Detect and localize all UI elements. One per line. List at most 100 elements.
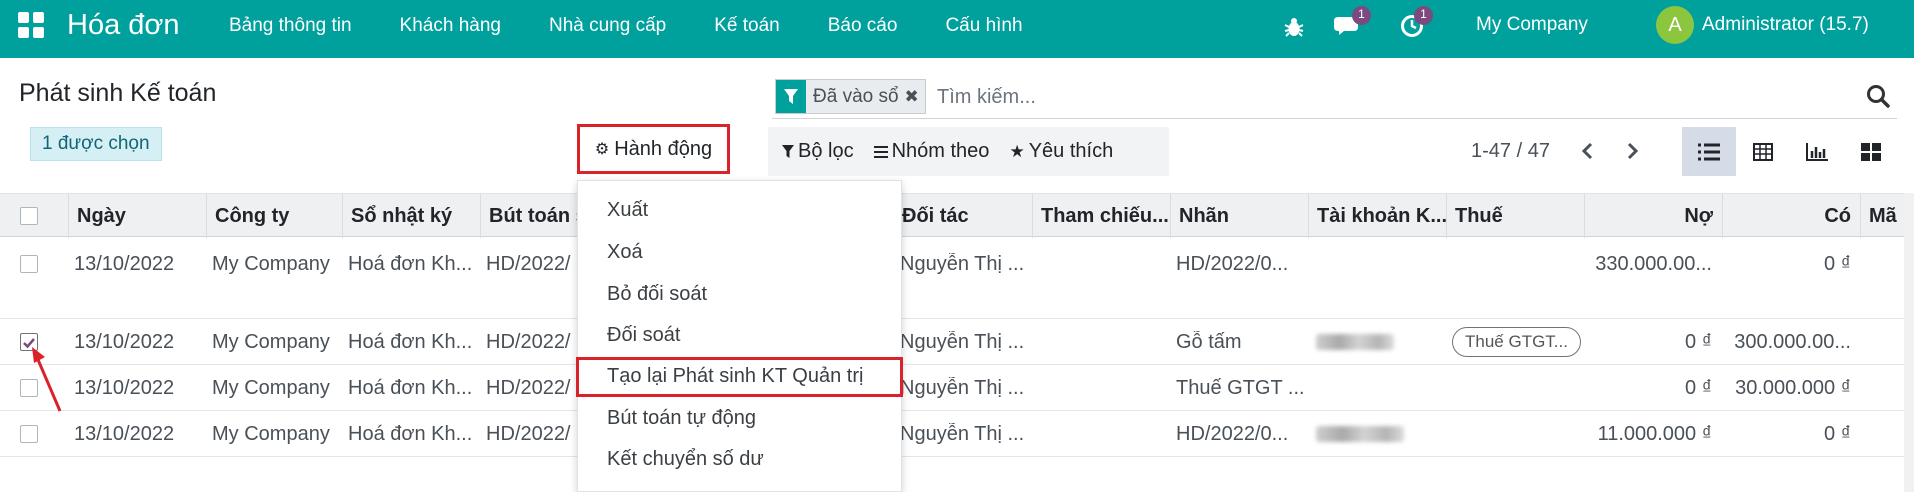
group-by-button[interactable]: Nhóm theo — [873, 140, 989, 163]
column-debit[interactable]: Nợ — [1584, 194, 1723, 238]
column-partner[interactable]: Đối tác — [893, 194, 1033, 238]
app-title[interactable]: Hóa đơn — [67, 8, 180, 42]
menu-item-export[interactable]: Xuất — [607, 199, 648, 222]
cell-credit: 30.000.000 ₫ — [1735, 377, 1851, 399]
action-button[interactable]: ⚙ Hành động — [577, 124, 730, 174]
cell-company: My Company — [212, 377, 330, 399]
cell-debit: 0 ₫ — [1685, 331, 1712, 353]
cell-company: My Company — [212, 253, 330, 275]
column-company[interactable]: Công ty — [206, 194, 343, 238]
pivot-view-button[interactable] — [1736, 127, 1790, 176]
chevron-left-icon[interactable] — [1577, 139, 1599, 163]
menu-item-delete[interactable]: Xoá — [607, 241, 643, 264]
cell-entry: HD/2022/ — [486, 377, 571, 399]
column-label[interactable]: Nhãn — [1170, 194, 1309, 238]
funnel-icon — [782, 144, 794, 158]
cell-company: My Company — [212, 331, 330, 353]
column-account[interactable]: Tài khoản K... — [1308, 194, 1447, 238]
column-credit[interactable]: Có — [1722, 194, 1861, 238]
search-facet: Đã vào sổ ✖ — [775, 79, 926, 114]
kanban-view-button[interactable] — [1844, 127, 1898, 176]
cell-debit: 330.000.00... — [1595, 253, 1712, 275]
bug-icon[interactable] — [1284, 16, 1304, 38]
column-date[interactable]: Ngày — [68, 194, 208, 238]
apps-grid-icon[interactable] — [18, 12, 44, 38]
bar-chart-icon — [1806, 142, 1828, 161]
cell-label: HD/2022/0... — [1176, 423, 1289, 445]
cell-journal: Hoá đơn Kh... — [348, 377, 473, 399]
facet-remove-icon[interactable]: ✖ — [905, 87, 925, 107]
menu-item-automatic-entry[interactable]: Bút toán tự động — [607, 407, 756, 430]
cell-label: Thuế GTGT ... — [1176, 377, 1305, 399]
table-row[interactable]: 13/10/2022 My Company Hoá đơn Kh... HD/2… — [0, 319, 1914, 365]
cell-journal: Hoá đơn Kh... — [348, 331, 473, 353]
table-row[interactable]: 13/10/2022 My Company Hoá đơn Kh... HD/2… — [0, 237, 1914, 319]
graph-view-button[interactable] — [1790, 127, 1844, 176]
cell-credit: 0 ₫ — [1824, 253, 1851, 275]
menu-item-configuration[interactable]: Cấu hình — [945, 15, 1022, 37]
cell-partner: Nguyễn Thị ... — [900, 377, 1025, 399]
tax-tag: Thuế GTGT... — [1452, 327, 1581, 357]
table-row[interactable]: 13/10/2022 My Company Hoá đơn Kh... HD/2… — [0, 365, 1914, 411]
cell-date: 13/10/2022 — [74, 423, 175, 445]
favorites-button[interactable]: ★ Yêu thích — [1009, 140, 1113, 163]
cell-journal: Hoá đơn Kh... — [348, 253, 473, 275]
favorites-button-label: Yêu thích — [1028, 140, 1114, 162]
avatar[interactable]: A — [1656, 6, 1694, 44]
filter-button-label: Bộ lọc — [798, 140, 854, 162]
cell-partner: Nguyễn Thị ... — [900, 423, 1025, 445]
search-input[interactable] — [937, 83, 1837, 111]
list-view-icon — [1698, 143, 1720, 160]
blurred-account — [1316, 426, 1404, 442]
action-dropdown-menu: Xuất Xoá Bỏ đối soát Đối soát Tạo lại Ph… — [576, 180, 903, 492]
column-reference[interactable]: Tham chiếu... — [1032, 194, 1170, 238]
search-options-bar: Bộ lọc Nhóm theo ★ Yêu thích — [768, 127, 1169, 176]
activities-badge: 1 — [1414, 6, 1433, 25]
search-bar: Đã vào sổ ✖ — [772, 79, 1897, 119]
kanban-view-icon — [1861, 142, 1881, 161]
annotation-arrow-icon — [32, 347, 62, 412]
table-row[interactable]: 13/10/2022 My Company Hoá đơn Kh... HD/2… — [0, 411, 1914, 457]
cell-date: 13/10/2022 — [74, 331, 175, 353]
cell-credit: 0 ₫ — [1824, 423, 1851, 445]
cell-debit: 11.000.000 ₫ — [1597, 423, 1712, 445]
menu-item-reconcile[interactable]: Đối soát — [607, 324, 680, 347]
menu-item-vendors[interactable]: Nhà cung cấp — [549, 15, 666, 37]
menu-item-dashboard[interactable]: Bảng thông tin — [229, 15, 352, 37]
cell-label: HD/2022/0... — [1176, 253, 1289, 275]
facet-label: Đã vào sổ — [813, 85, 899, 107]
vertical-scrollbar[interactable] — [1904, 193, 1914, 492]
cell-partner: Nguyễn Thị ... — [900, 331, 1025, 353]
filter-button[interactable]: Bộ lọc — [782, 140, 854, 163]
menu-item-reports[interactable]: Báo cáo — [828, 15, 898, 37]
list-view-button[interactable] — [1682, 127, 1736, 176]
cell-company: My Company — [212, 423, 330, 445]
star-icon: ★ — [1009, 141, 1025, 161]
cell-entry: HD/2022/ — [486, 423, 571, 445]
main-menu: Bảng thông tin Khách hàng Nhà cung cấp K… — [229, 15, 1071, 37]
cell-entry: HD/2022/ — [486, 331, 571, 353]
chevron-right-icon[interactable] — [1621, 139, 1643, 163]
menu-item-recreate-analytic-lines[interactable]: Tạo lại Phát sinh KT Quản trị — [607, 365, 863, 388]
menu-item-carry-forward-balance[interactable]: Kết chuyển số dư — [607, 448, 764, 471]
cell-entry: HD/2022/ — [486, 253, 571, 275]
column-code[interactable]: Mã — [1860, 194, 1904, 238]
cell-debit: 0 ₫ — [1685, 377, 1712, 399]
search-icon[interactable] — [1865, 83, 1891, 109]
column-tax[interactable]: Thuế — [1446, 194, 1585, 238]
company-switcher[interactable]: My Company — [1476, 13, 1588, 37]
filter-facet-icon — [776, 80, 806, 113]
user-menu[interactable]: Administrator (15.7) — [1702, 13, 1869, 37]
menu-item-accounting[interactable]: Kế toán — [714, 15, 780, 37]
cell-date: 13/10/2022 — [74, 377, 175, 399]
menu-item-customers[interactable]: Khách hàng — [400, 15, 501, 37]
cell-credit: 300.000.00... — [1734, 331, 1851, 353]
select-all-checkbox[interactable] — [20, 207, 38, 225]
row-checkbox[interactable] — [20, 425, 38, 443]
row-checkbox[interactable] — [20, 255, 38, 273]
menu-item-unreconcile[interactable]: Bỏ đối soát — [607, 283, 707, 306]
table-header: Ngày Công ty Sổ nhật ký Bút toán s Đối t… — [0, 193, 1914, 238]
top-navbar: Hóa đơn Bảng thông tin Khách hàng Nhà cu… — [0, 0, 1914, 58]
column-journal[interactable]: Sổ nhật ký — [342, 194, 480, 238]
pager-value[interactable]: 1-47 / 47 — [1471, 140, 1550, 163]
